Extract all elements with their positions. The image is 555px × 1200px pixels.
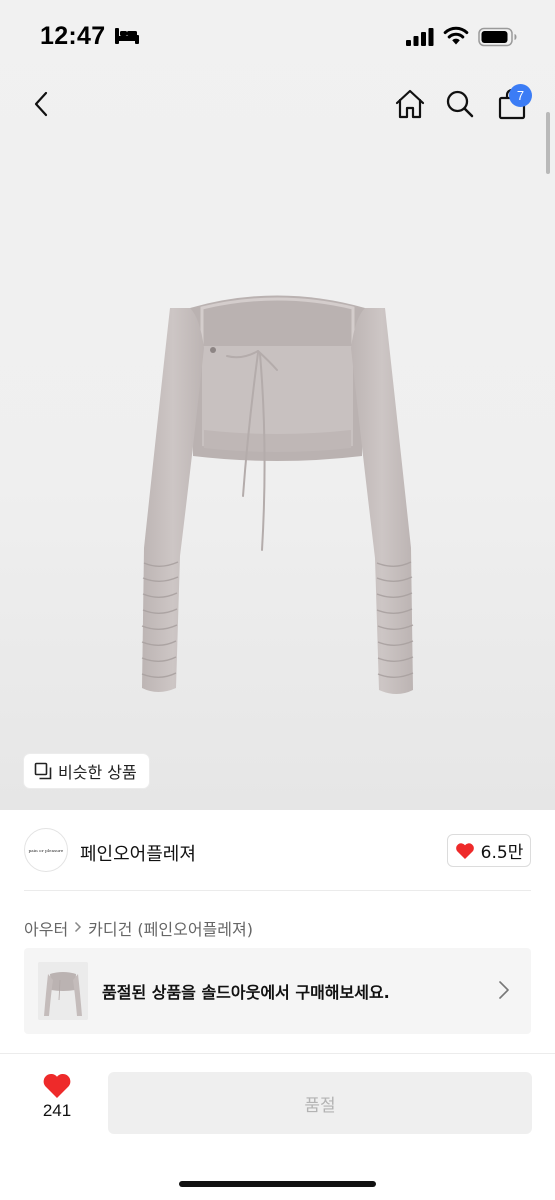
home-button[interactable] xyxy=(393,86,427,122)
chevron-left-icon xyxy=(34,91,48,117)
chevron-right-icon xyxy=(498,980,510,1005)
breadcrumb-item-outer[interactable]: 아우터 xyxy=(24,916,68,940)
banner-product-thumbnail xyxy=(38,962,88,1020)
brand-like-button[interactable]: 6.5만 xyxy=(447,834,531,867)
breadcrumb-item-cardigan[interactable]: 카디건 (페인오어플레져) xyxy=(88,916,253,940)
divider xyxy=(24,890,531,891)
soldout-banner-text: 품절된 상품을 솔드아웃에서 구매해보세요. xyxy=(102,983,390,1002)
search-icon xyxy=(446,90,474,118)
breadcrumb: 아우터 카디건 (페인오어플레져) xyxy=(24,916,253,940)
brand-like-count: 6.5만 xyxy=(480,843,524,863)
home-icon xyxy=(395,89,425,119)
cellular-signal-icon xyxy=(406,28,434,51)
brand-name[interactable]: 페인오어플레져 xyxy=(80,840,196,866)
bottom-bar-divider xyxy=(0,1053,555,1054)
search-button[interactable] xyxy=(443,86,477,122)
navigation-bar xyxy=(0,74,555,136)
sleep-mode-icon xyxy=(114,27,140,50)
similar-items-icon xyxy=(34,762,52,780)
cart-count-badge: 7 xyxy=(509,84,532,107)
status-bar: 12:47 xyxy=(0,0,555,74)
soldout-button[interactable]: 품절 xyxy=(108,1072,532,1134)
brand-logo[interactable]: pain or pleasure xyxy=(24,828,68,872)
brand-row: pain or pleasure 페인오어플레져 6.5만 xyxy=(0,810,555,890)
wishlist-count: 241 xyxy=(42,1101,72,1120)
back-button[interactable] xyxy=(24,86,58,122)
product-photo xyxy=(141,295,414,694)
similar-products-label: 비슷한 상품 xyxy=(58,763,137,782)
chevron-right-icon xyxy=(74,919,82,937)
status-time: 12:47 xyxy=(40,22,106,50)
similar-products-button[interactable]: 비슷한 상품 xyxy=(24,754,149,788)
wifi-icon xyxy=(443,26,469,51)
home-indicator xyxy=(179,1181,376,1187)
soldout-banner[interactable]: 품절된 상품을 솔드아웃에서 구매해보세요. xyxy=(24,948,531,1034)
brand-logo-text: pain or pleasure xyxy=(28,847,64,853)
wishlist-button[interactable]: 241 xyxy=(34,1072,80,1132)
battery-icon xyxy=(478,27,518,52)
scroll-indicator xyxy=(546,112,550,174)
heart-icon xyxy=(43,1073,71,1098)
heart-icon xyxy=(455,842,474,859)
